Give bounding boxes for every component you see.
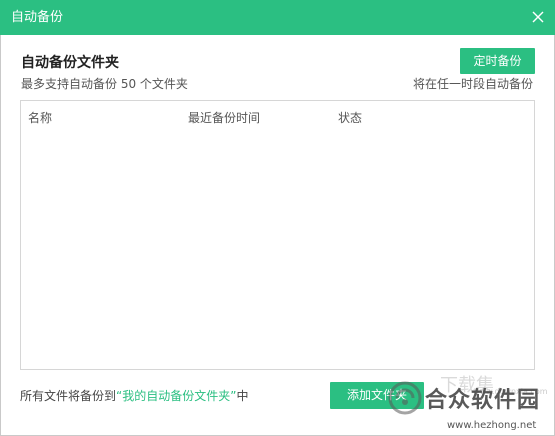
- column-header-last-backup-time[interactable]: 最近备份时间: [188, 111, 260, 126]
- schedule-hint-text: 将在任一时段自动备份: [412, 77, 533, 91]
- footer-suffix: 中: [236, 389, 249, 403]
- close-icon: [532, 11, 544, 23]
- folder-limit-text: 最多支持自动备份 50 个文件夹: [21, 77, 188, 91]
- window-title: 自动备份: [11, 10, 64, 25]
- column-header-status[interactable]: 状态: [338, 111, 362, 126]
- close-button[interactable]: [527, 6, 549, 28]
- section-title: 自动备份文件夹: [21, 55, 119, 71]
- backup-folder-link[interactable]: “我的自动备份文件夹”: [116, 389, 236, 403]
- add-folder-button[interactable]: 添加文件夹: [330, 382, 424, 409]
- column-header-name[interactable]: 名称: [28, 111, 52, 126]
- schedule-backup-button[interactable]: 定时备份: [460, 48, 535, 74]
- footer-prefix: 所有文件将备份到: [20, 389, 117, 403]
- backup-folder-table[interactable]: 名称 最近备份时间 状态: [20, 100, 535, 370]
- title-bar: 自动备份: [0, 0, 555, 35]
- backup-destination-text: 所有文件将备份到“我的自动备份文件夹”中: [20, 389, 248, 404]
